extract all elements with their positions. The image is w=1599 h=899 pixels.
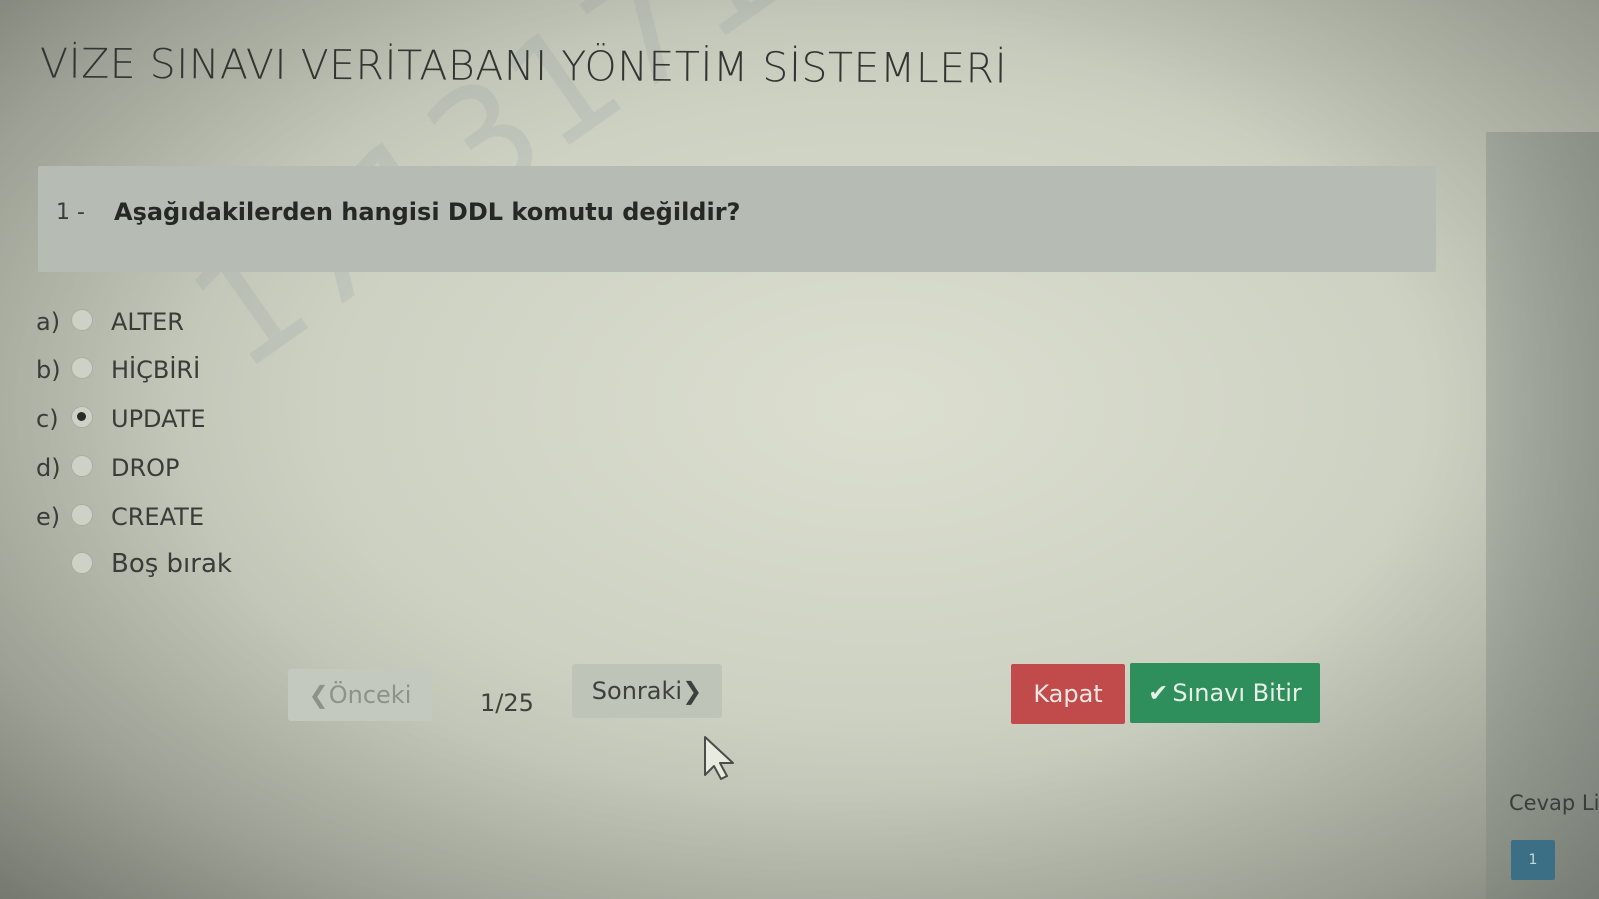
close-button-label: Kapat bbox=[1033, 680, 1103, 708]
option-leave-blank[interactable]: Boş bırak bbox=[36, 545, 436, 585]
answer-list-panel bbox=[1486, 132, 1599, 899]
radio-button[interactable] bbox=[71, 504, 93, 526]
radio-button[interactable] bbox=[71, 455, 93, 477]
answer-list-item-number: 1 bbox=[1528, 852, 1538, 868]
radio-button-selected[interactable] bbox=[71, 406, 93, 428]
option-b[interactable]: b) HİÇBİRİ bbox=[36, 350, 436, 390]
answer-list-label: Cevap Li bbox=[1509, 791, 1599, 815]
option-label: HİÇBİRİ bbox=[111, 356, 201, 384]
question-number: 1 - bbox=[56, 200, 85, 225]
option-letter: c) bbox=[36, 405, 59, 433]
close-button[interactable]: Kapat bbox=[1011, 664, 1125, 724]
chevron-left-icon: ❮ bbox=[308, 681, 329, 709]
checkmark-icon: ✔ bbox=[1148, 679, 1169, 707]
question-header: 1 - Aşağıdakilerden hangisi DDL komutu d… bbox=[38, 166, 1436, 272]
option-label: UPDATE bbox=[111, 405, 206, 433]
radio-button[interactable] bbox=[71, 309, 93, 331]
option-d[interactable]: d) DROP bbox=[36, 448, 436, 488]
option-letter: e) bbox=[36, 503, 61, 531]
option-c[interactable]: c) UPDATE bbox=[36, 399, 436, 439]
finish-exam-button[interactable]: ✔ Sınavı Bitir bbox=[1130, 663, 1320, 723]
mouse-pointer-icon bbox=[704, 736, 734, 780]
option-letter: a) bbox=[36, 308, 61, 336]
option-e[interactable]: e) CREATE bbox=[36, 497, 436, 537]
radio-button[interactable] bbox=[71, 552, 93, 574]
option-label: ALTER bbox=[111, 308, 184, 336]
page-indicator: 1/25 bbox=[480, 689, 534, 717]
answer-list-item[interactable]: 1 bbox=[1511, 840, 1555, 880]
option-label: Boş bırak bbox=[111, 549, 232, 579]
option-label: CREATE bbox=[111, 503, 204, 531]
radio-button[interactable] bbox=[71, 357, 93, 379]
chevron-right-icon: ❯ bbox=[682, 677, 703, 705]
option-a[interactable]: a) ALTER bbox=[36, 302, 436, 342]
option-label: DROP bbox=[111, 454, 180, 482]
option-letter: d) bbox=[36, 454, 61, 482]
previous-button[interactable]: ❮ Önceki bbox=[288, 669, 432, 721]
finish-exam-button-label: Sınavı Bitir bbox=[1172, 679, 1302, 707]
next-button[interactable]: Sonraki ❯ bbox=[572, 664, 722, 718]
question-text: Aşağıdakilerden hangisi DDL komutu değil… bbox=[114, 198, 741, 226]
page-title: VİZE SINAVI VERİTABANI YÖNETİM SİSTEMLER… bbox=[39, 39, 1008, 93]
next-button-label: Sonraki bbox=[591, 677, 683, 705]
option-letter: b) bbox=[36, 356, 61, 384]
previous-button-label: Önceki bbox=[328, 681, 412, 709]
